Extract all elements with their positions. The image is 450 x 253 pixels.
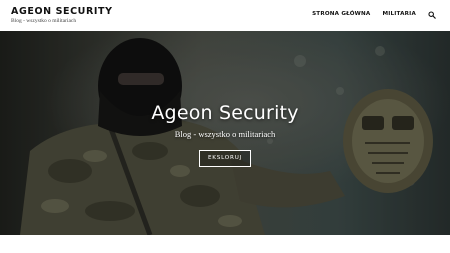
site-title[interactable]: AGEON SECURITY — [11, 6, 113, 17]
nav-item-strona-glowna[interactable]: STRONA GŁÓWNA — [312, 10, 370, 19]
site-header: AGEON SECURITY Blog - wszystko o militar… — [0, 0, 450, 31]
explore-button[interactable]: EKSLORUJ — [198, 150, 252, 167]
hero-title: Ageon Security — [151, 102, 299, 124]
content-area — [0, 235, 450, 253]
hero-banner: Ageon Security Blog - wszystko o militar… — [0, 31, 450, 235]
site-tagline: Blog - wszystko o militariach — [11, 18, 77, 24]
hero-content: Ageon Security Blog - wszystko o militar… — [0, 101, 450, 167]
nav-item-militaria[interactable]: MILITARIA — [382, 10, 416, 19]
main-nav: STRONA GŁÓWNA MILITARIA — [300, 10, 436, 19]
brand[interactable]: AGEON SECURITY Blog - wszystko o militar… — [11, 6, 113, 25]
search-icon[interactable] — [428, 10, 436, 19]
hero-subtitle: Blog - wszystko o militariach — [174, 129, 276, 139]
